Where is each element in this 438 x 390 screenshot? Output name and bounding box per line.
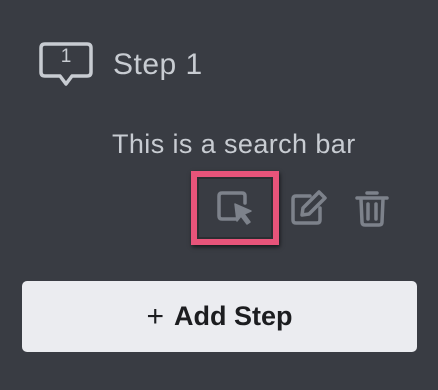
delete-step-button[interactable] [349, 185, 395, 231]
step-panel: 1 Step 1 This is a search bar + Add Step [0, 0, 438, 390]
select-element-button[interactable] [191, 171, 279, 245]
plus-icon: + [146, 299, 165, 333]
edit-icon [291, 190, 327, 225]
step-header: 1 Step 1 [39, 40, 203, 90]
select-element-icon [217, 191, 252, 225]
step-description: This is a search bar [112, 129, 356, 159]
add-step-button[interactable]: + Add Step [22, 281, 417, 352]
add-step-label: Add Step [174, 301, 293, 331]
trash-icon [355, 191, 389, 227]
step-title: Step 1 [113, 48, 203, 81]
edit-step-button[interactable] [285, 185, 331, 231]
step-number: 1 [60, 46, 72, 67]
step-number-badge: 1 [39, 40, 95, 90]
step-actions [191, 171, 401, 251]
